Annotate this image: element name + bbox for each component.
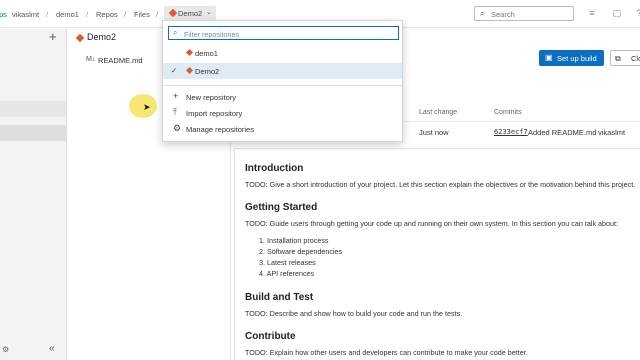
repo-dropdown: ⌕ Filter repositories demo1 ✓ Demo2 + Ne… xyxy=(162,20,403,142)
import-icon: ⤒ xyxy=(173,107,177,117)
list-item: 2. Software dependencies xyxy=(259,247,343,256)
setup-build-label: Set up build xyxy=(557,54,597,63)
list-item: 3. Latest releases xyxy=(259,258,316,267)
check-icon: ✓ xyxy=(171,66,178,75)
table-row[interactable]: Just now 6233ecf7 Added README.md vikasl… xyxy=(404,122,640,142)
plus-icon: + xyxy=(173,91,179,101)
plus-icon[interactable]: + xyxy=(49,29,57,44)
breadcrumb-user[interactable]: vikaslmt xyxy=(12,10,39,19)
clone-button[interactable]: ⧉ Clo xyxy=(610,50,640,66)
clone-label: Clo xyxy=(631,54,640,63)
breadcrumb-separator: / xyxy=(124,10,127,19)
shopping-bag-icon[interactable]: ▢ xyxy=(612,8,622,18)
clone-icon: ⧉ xyxy=(615,54,621,63)
search-box[interactable]: ⌕ Search xyxy=(474,6,574,21)
list-icon[interactable]: ≡ xyxy=(587,8,597,18)
chevron-down-icon: ⌄ xyxy=(206,9,212,16)
repo-icon xyxy=(168,8,178,18)
new-repository-label: New repository xyxy=(186,93,237,102)
intro-text: TODO: Give a short introduction of your … xyxy=(245,180,636,189)
gear-icon: ⚙ xyxy=(173,123,182,133)
nav-item[interactable] xyxy=(0,101,66,117)
getting-started-text: TODO: Guide users through getting your c… xyxy=(245,219,619,228)
build-icon: ▣ xyxy=(545,53,553,62)
build-heading: Build and Test xyxy=(245,292,314,303)
readme-preview: Introduction TODO: Give a short introduc… xyxy=(234,148,640,360)
contribute-heading: Contribute xyxy=(245,331,296,342)
breadcrumb-project[interactable]: demo1 xyxy=(56,10,79,19)
nav-item-selected[interactable] xyxy=(0,125,66,141)
intro-heading: Introduction xyxy=(245,163,304,174)
manage-repositories-button[interactable]: ⚙ Manage repositories xyxy=(163,121,402,137)
manage-repositories-label: Manage repositories xyxy=(186,125,254,134)
help-icon[interactable]: ? xyxy=(634,8,640,18)
markdown-file-icon: M↓ xyxy=(86,56,96,63)
left-navigation: + ⚙ « xyxy=(0,29,67,360)
import-repository-button[interactable]: ⤒ Import repository xyxy=(163,105,402,121)
column-commits[interactable]: Commits xyxy=(494,109,522,116)
repo-picker-button[interactable]: Demo2 ⌄ xyxy=(164,6,216,21)
list-item: 1. Installation process xyxy=(259,236,329,245)
contribute-text: TODO: Explain how other users and develo… xyxy=(245,348,528,357)
commit-author: vikaslmt xyxy=(598,128,626,137)
repo-option-demo2[interactable]: ✓ Demo2 xyxy=(163,63,402,79)
mouse-cursor-icon: ➤ xyxy=(143,102,151,112)
getting-started-heading: Getting Started xyxy=(245,202,318,213)
setup-build-button[interactable]: ▣ Set up build xyxy=(539,50,604,66)
repo-title: Demo2 xyxy=(87,32,117,42)
new-repository-button[interactable]: + New repository xyxy=(163,89,402,105)
breadcrumb-repos[interactable]: Repos xyxy=(96,10,118,19)
file-table-header: Last change Commits xyxy=(404,104,640,122)
filter-repositories-input[interactable]: ⌕ Filter repositories xyxy=(168,26,399,40)
last-change-value: Just now xyxy=(419,128,449,137)
settings-icon[interactable]: ⚙ xyxy=(2,345,9,354)
repo-option-label: demo1 xyxy=(195,49,218,58)
divider xyxy=(163,85,402,86)
filter-placeholder: Filter repositories xyxy=(184,30,240,39)
breadcrumb-separator: / xyxy=(46,10,49,19)
repo-option-label: Demo2 xyxy=(195,67,220,76)
search-icon: ⌕ xyxy=(173,28,178,37)
commit-hash-link[interactable]: 6233ecf7 xyxy=(494,128,528,136)
import-repository-label: Import repository xyxy=(186,109,243,118)
repo-picker-label: Demo2 xyxy=(178,9,203,18)
repo-icon xyxy=(75,33,85,43)
org-name[interactable]: ps xyxy=(0,10,7,19)
breadcrumb-files[interactable]: Files xyxy=(134,10,150,19)
commit-message: Added README.md xyxy=(528,128,597,137)
search-icon: ⌕ xyxy=(480,9,485,18)
breadcrumb-separator: / xyxy=(156,10,159,19)
steps-list: 1. Installation process 2. Software depe… xyxy=(259,236,342,280)
repo-option-demo1[interactable]: demo1 xyxy=(163,45,402,61)
repo-icon xyxy=(185,48,194,57)
collapse-icon[interactable]: « xyxy=(49,343,55,354)
column-last-change[interactable]: Last change xyxy=(419,109,457,116)
search-placeholder: Search xyxy=(491,10,515,19)
file-readme[interactable]: README.md xyxy=(98,56,143,65)
breadcrumb-separator: / xyxy=(86,10,89,19)
build-text: TODO: Describe and show how to build you… xyxy=(245,309,463,318)
repo-icon xyxy=(185,66,194,75)
list-item: 4. API references xyxy=(259,269,315,278)
